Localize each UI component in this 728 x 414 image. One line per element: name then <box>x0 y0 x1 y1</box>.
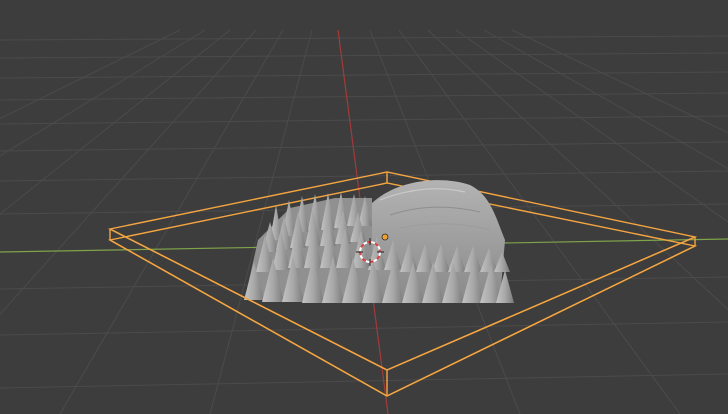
viewport-canvas[interactable] <box>0 0 728 414</box>
object-origin-dot[interactable] <box>381 233 389 241</box>
terrain-mesh[interactable] <box>244 180 514 303</box>
3d-viewport[interactable] <box>0 0 728 414</box>
